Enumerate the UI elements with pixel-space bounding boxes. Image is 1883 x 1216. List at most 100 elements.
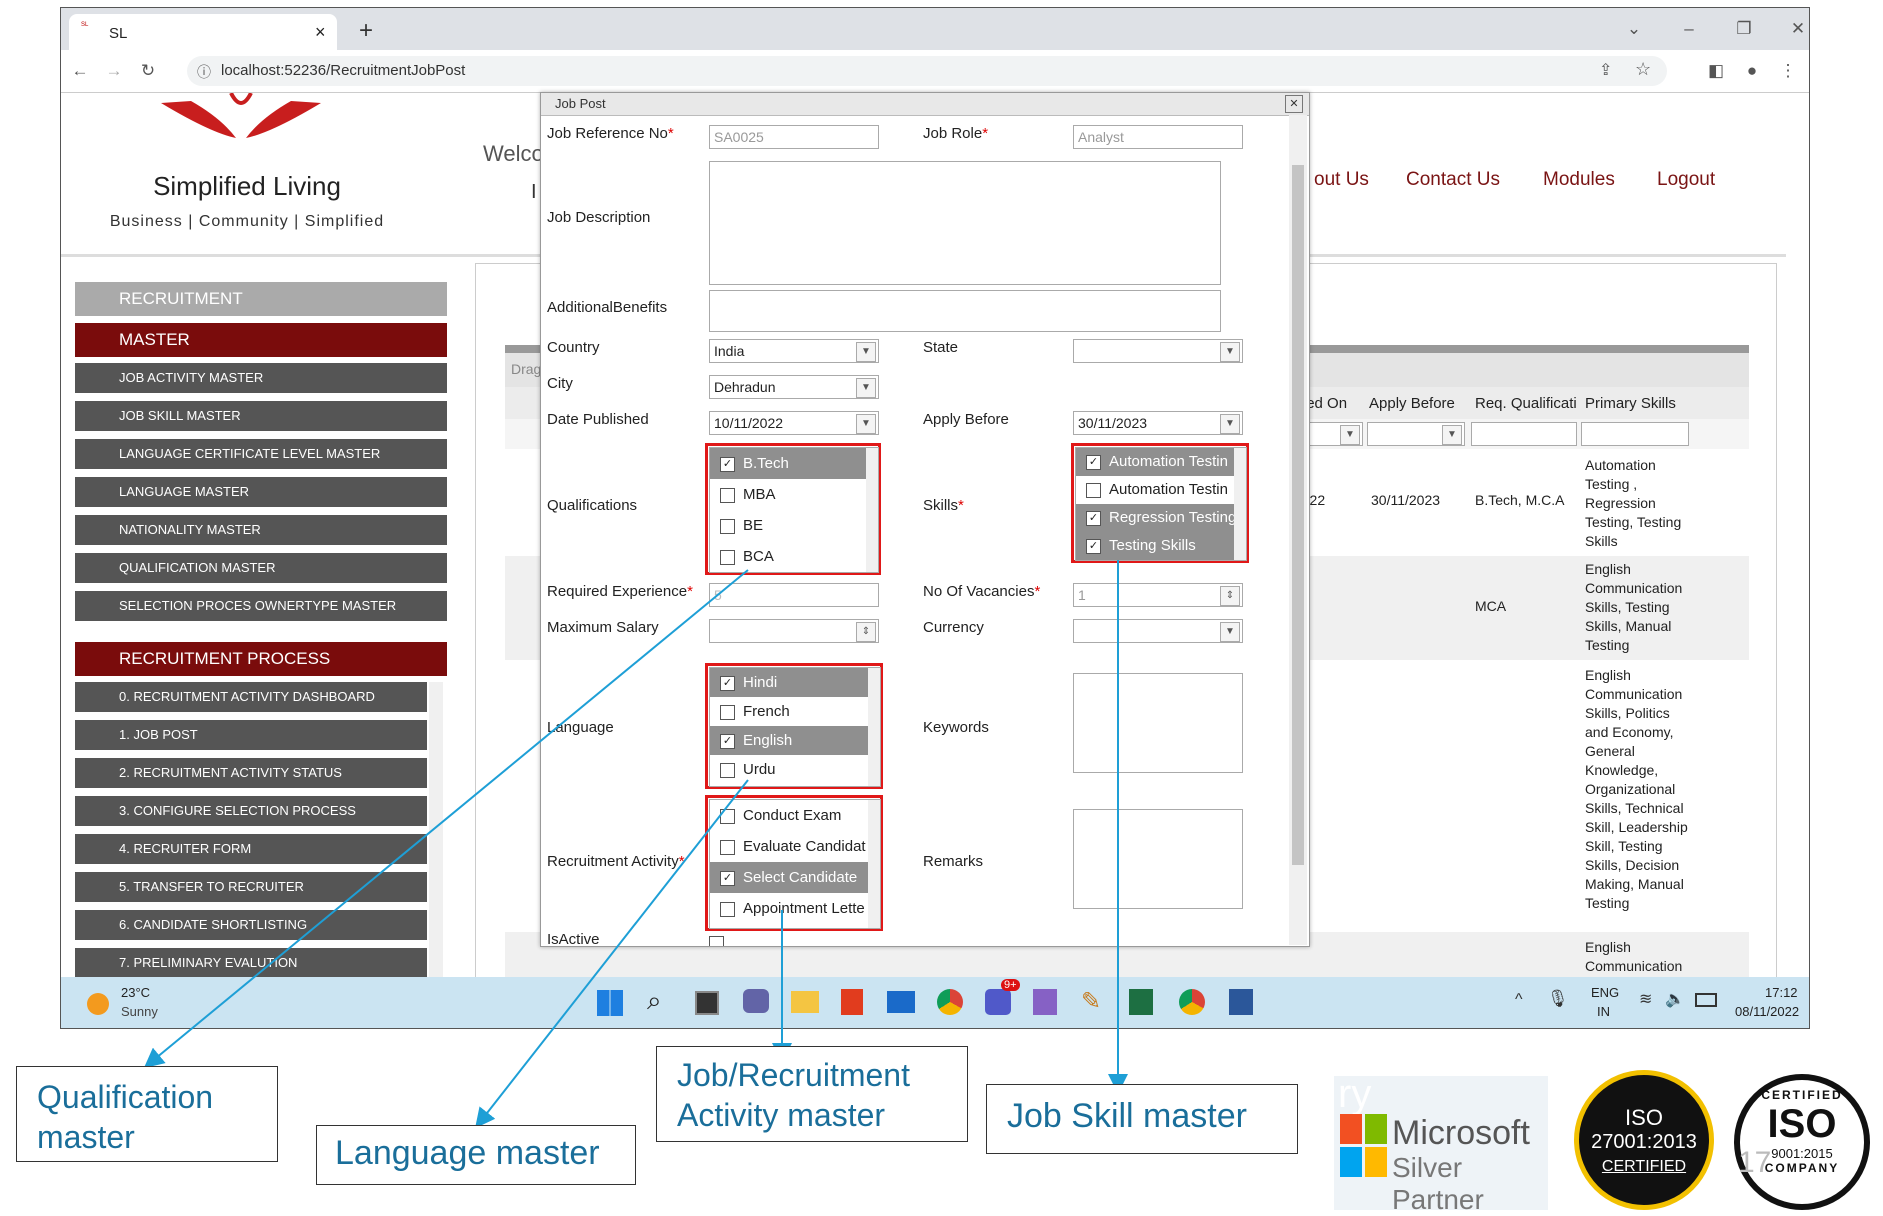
- spinner-icon[interactable]: ⇕: [1220, 586, 1240, 606]
- apply-before-picker[interactable]: 30/11/2023 ▼: [1073, 411, 1243, 435]
- file-explorer-icon[interactable]: [791, 991, 819, 1013]
- sidebar-item-recruitment-activity-status[interactable]: 2. RECRUITMENT ACTIVITY STATUS: [75, 758, 427, 788]
- sidebar-item-nationality-master[interactable]: NATIONALITY MASTER: [75, 515, 447, 545]
- sidebar-item-candidate-shortlisting[interactable]: 6. CANDIDATE SHORTLISTING: [75, 910, 427, 940]
- calendar-dropdown-icon[interactable]: ▼: [1220, 414, 1240, 434]
- date-published-picker[interactable]: 10/11/2022 ▼: [709, 411, 879, 435]
- listbox-scrollbar[interactable]: [868, 668, 880, 786]
- qualifications-listbox[interactable]: ✓ B.Tech MBA BE BCA: [709, 447, 879, 573]
- tray-chevron-icon[interactable]: ^: [1515, 991, 1523, 1009]
- tab-close-icon[interactable]: ×: [315, 22, 326, 43]
- job-description-textarea[interactable]: [709, 161, 1221, 285]
- checkbox[interactable]: [720, 518, 735, 534]
- bookmark-star-icon[interactable]: ☆: [1635, 59, 1651, 80]
- sidebar-recruitment-process[interactable]: RECRUITMENT PROCESS: [75, 642, 447, 676]
- dialog-close-icon[interactable]: ✕: [1285, 95, 1303, 113]
- microphone-icon[interactable]: 🎙: [1547, 989, 1569, 1009]
- sidebar-master[interactable]: MASTER: [75, 323, 447, 357]
- sidebar-item-configure-selection-process[interactable]: 3. CONFIGURE SELECTION PROCESS: [75, 796, 427, 826]
- battery-icon[interactable]: [1695, 993, 1717, 1007]
- checkbox-checked[interactable]: ✓: [720, 733, 735, 749]
- column-header-primary-skills[interactable]: Primary Skills: [1585, 395, 1676, 412]
- list-item[interactable]: ✓ English: [710, 726, 880, 755]
- checkbox-checked[interactable]: ✓: [720, 870, 735, 886]
- checkbox[interactable]: [720, 808, 735, 824]
- close-window-icon[interactable]: ✕: [1785, 16, 1809, 42]
- calendar-dropdown-icon[interactable]: ▼: [856, 414, 876, 434]
- checkbox-checked[interactable]: ✓: [720, 675, 735, 691]
- mail-icon[interactable]: [887, 991, 915, 1013]
- speaker-icon[interactable]: 🔈: [1665, 989, 1685, 1009]
- sidebar-item-qualification-master[interactable]: QUALIFICATION MASTER: [75, 553, 447, 583]
- reload-icon[interactable]: ↻: [135, 58, 161, 84]
- chrome-icon[interactable]: [937, 989, 963, 1015]
- nav-modules[interactable]: Modules: [1543, 169, 1615, 191]
- browser-tab[interactable]: SL SL ×: [69, 14, 337, 50]
- list-item[interactable]: Conduct Exam: [710, 800, 880, 831]
- dialog-scrollbar[interactable]: [1289, 115, 1307, 945]
- chat-icon[interactable]: [743, 989, 769, 1013]
- sidebar-item-preliminary-evalution[interactable]: 7. PRELIMINARY EVALUTION: [75, 948, 427, 977]
- recruitment-activity-listbox[interactable]: Conduct Exam Evaluate Candidat ✓ Select C…: [709, 799, 881, 929]
- task-view-icon[interactable]: [695, 991, 719, 1015]
- sidebar-item-recruiter-form[interactable]: 4. RECRUITER FORM: [75, 834, 427, 864]
- list-item[interactable]: ✓ B.Tech: [710, 448, 878, 479]
- list-item[interactable]: ✓ Regression Testing: [1076, 504, 1246, 532]
- chevron-down-icon[interactable]: ▼: [856, 342, 876, 362]
- sidebar-item-selection-proces-ownertype-master[interactable]: SELECTION PROCES OWNERTYPE MASTER: [75, 591, 447, 621]
- checkbox-checked[interactable]: ✓: [720, 456, 735, 472]
- list-item[interactable]: ✓ Automation Testin: [1076, 448, 1246, 476]
- office-icon[interactable]: [841, 989, 863, 1015]
- list-item[interactable]: ✓ Select Candidate: [710, 862, 880, 893]
- restore-icon[interactable]: ❐: [1731, 16, 1757, 42]
- lang-region[interactable]: IN: [1597, 1004, 1610, 1019]
- listbox-scrollbar[interactable]: [868, 800, 880, 928]
- checkbox-checked[interactable]: ✓: [1086, 454, 1101, 470]
- new-tab-button[interactable]: +: [359, 17, 373, 45]
- state-select[interactable]: ▼: [1073, 339, 1243, 363]
- list-item[interactable]: MBA: [710, 479, 878, 510]
- chevron-down-icon[interactable]: ▼: [856, 378, 876, 398]
- profile-icon[interactable]: ●: [1739, 58, 1765, 84]
- minimize-icon[interactable]: –: [1676, 16, 1702, 42]
- checkbox[interactable]: [720, 549, 735, 565]
- remarks-textarea[interactable]: [1073, 809, 1243, 909]
- info-icon[interactable]: ⓘ: [197, 62, 211, 82]
- tab-search-icon[interactable]: ⌄: [1621, 16, 1647, 42]
- start-windows-icon[interactable]: [597, 990, 623, 1016]
- city-select[interactable]: Dehradun ▼: [709, 375, 879, 399]
- isactive-checkbox[interactable]: [709, 936, 724, 946]
- paint-icon[interactable]: ✎: [1081, 987, 1101, 1016]
- checkbox-checked[interactable]: ✓: [1086, 510, 1101, 526]
- checkbox[interactable]: [720, 901, 735, 917]
- wifi-icon[interactable]: ≋: [1639, 989, 1652, 1009]
- filter-skills-input[interactable]: [1581, 422, 1689, 446]
- chevron-down-icon[interactable]: ▼: [1220, 622, 1240, 642]
- checkbox[interactable]: [720, 487, 735, 503]
- visual-studio-icon[interactable]: [1033, 989, 1057, 1015]
- weather-condition[interactable]: Sunny: [121, 1004, 158, 1019]
- nav-about-us[interactable]: out Us: [1314, 169, 1369, 191]
- column-header-apply-before[interactable]: Apply Before: [1369, 395, 1455, 412]
- additional-benefits-input[interactable]: [709, 290, 1221, 332]
- search-icon[interactable]: ⌕: [647, 985, 662, 1017]
- list-item[interactable]: Appointment Lette: [710, 893, 880, 924]
- sidepanel-icon[interactable]: ◧: [1703, 58, 1729, 84]
- skills-listbox[interactable]: ✓ Automation Testin Automation Testin ✓ Re…: [1075, 447, 1247, 561]
- menu-kebab-icon[interactable]: ⋮: [1775, 58, 1801, 84]
- nav-contact-us[interactable]: Contact Us: [1406, 169, 1500, 191]
- weather-temp[interactable]: 23°C: [121, 985, 150, 1000]
- list-item[interactable]: ✓ Hindi: [710, 668, 880, 697]
- sidebar-item-transfer-to-recruiter[interactable]: 5. TRANSFER TO RECRUITER: [75, 872, 427, 902]
- filter-qualification-input[interactable]: [1471, 422, 1577, 446]
- list-item[interactable]: Automation Testin: [1076, 476, 1246, 504]
- dialog-scroll-thumb[interactable]: [1292, 165, 1304, 865]
- chevron-down-icon[interactable]: ▼: [1442, 425, 1462, 445]
- sidebar-item-recruitment-activity-dashboard[interactable]: 0. RECRUITMENT ACTIVITY DASHBOARD: [75, 682, 427, 712]
- sidebar-item-job-skill-master[interactable]: JOB SKILL MASTER: [75, 401, 447, 431]
- url-field[interactable]: ⓘ localhost:52236/RecruitmentJobPost ⇪ ☆: [187, 56, 1667, 86]
- clock-date[interactable]: 08/11/2022: [1735, 1004, 1799, 1019]
- sidebar-item-job-activity-master[interactable]: JOB ACTIVITY MASTER: [75, 363, 447, 393]
- list-item[interactable]: ✓ Testing Skills: [1076, 532, 1246, 560]
- required-experience-input[interactable]: 5: [709, 583, 879, 607]
